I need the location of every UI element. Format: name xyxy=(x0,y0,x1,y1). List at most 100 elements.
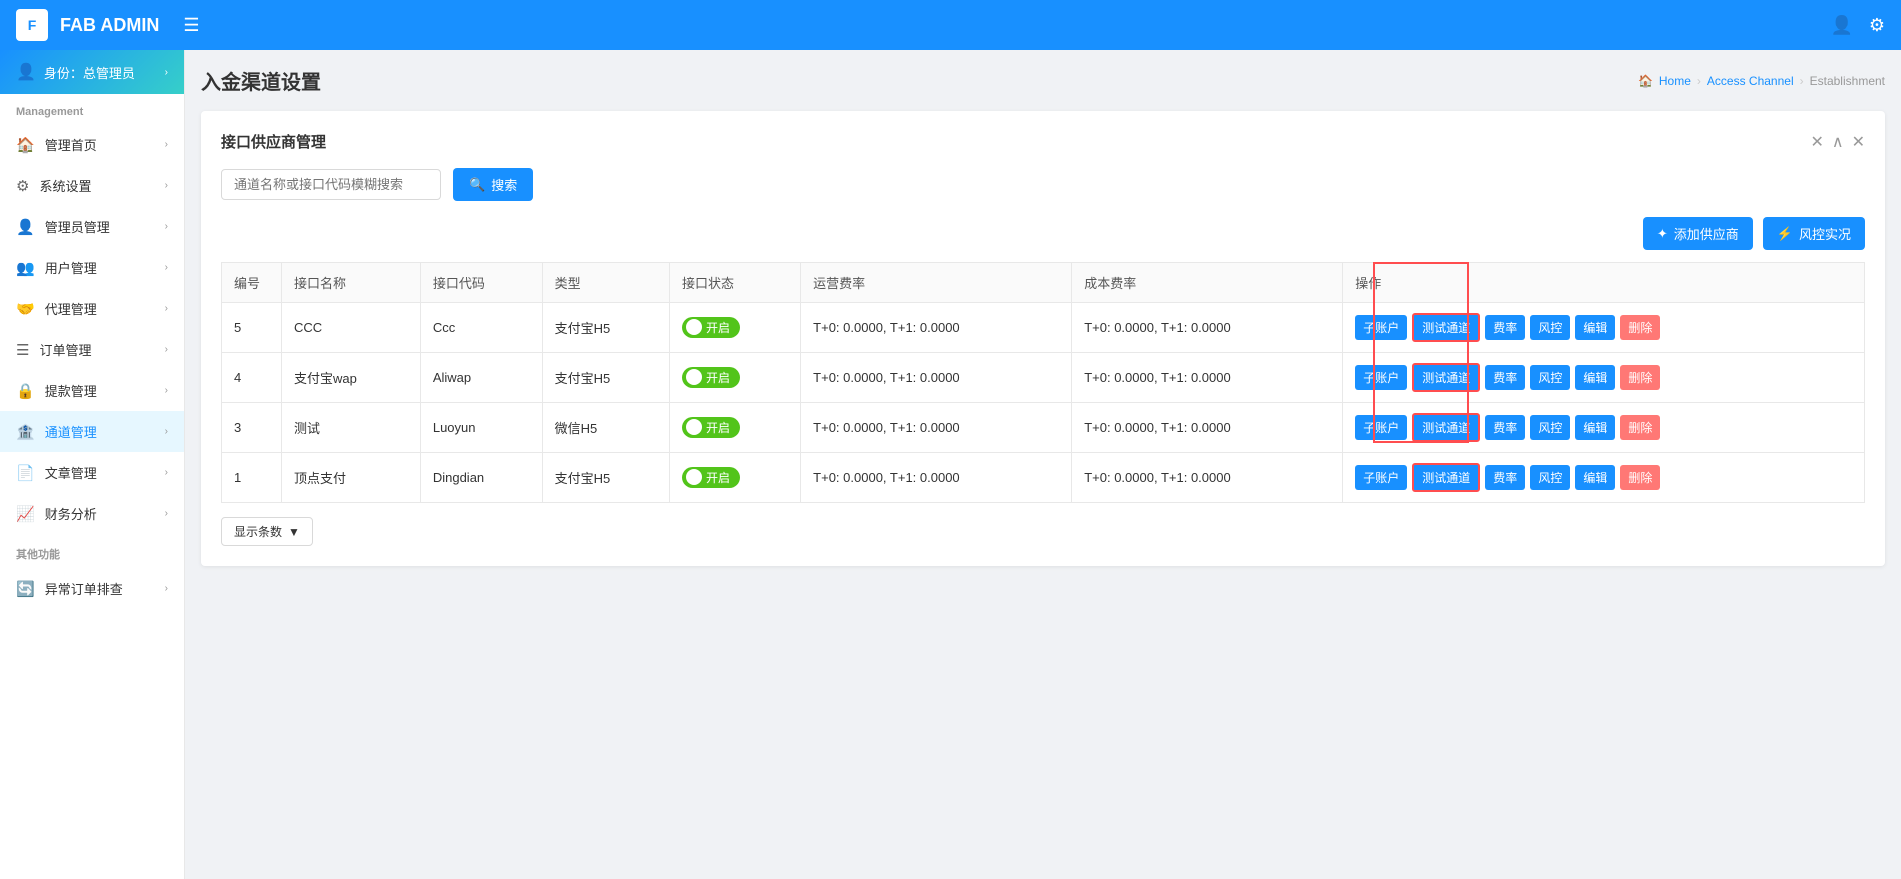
breadcrumb-home-link[interactable]: Home xyxy=(1659,74,1691,88)
users-icon: 👥 xyxy=(16,259,35,277)
sub-account-button[interactable]: 子账户 xyxy=(1355,465,1407,490)
test-channel-button[interactable]: 测试通道 xyxy=(1412,363,1480,392)
fee-button[interactable]: 费率 xyxy=(1485,465,1525,490)
breadcrumb-access-channel-link[interactable]: Access Channel xyxy=(1707,74,1794,88)
card-close-button[interactable]: ✕ xyxy=(1852,132,1865,152)
sidebar-label-articles: 文章管理 xyxy=(45,463,155,482)
edit-button[interactable]: 编辑 xyxy=(1575,315,1615,340)
card-minimize-button[interactable]: ✕ xyxy=(1810,132,1823,152)
card-title: 接口供应商管理 xyxy=(221,131,326,152)
toggle-circle xyxy=(686,369,702,385)
abnormal-icon: 🔄 xyxy=(16,580,35,598)
menu-toggle-icon[interactable]: ☰ xyxy=(183,15,199,36)
logo-icon: F xyxy=(16,9,48,41)
sidebar-item-channels[interactable]: 🏦 通道管理 › xyxy=(0,411,184,452)
th-actions: 操作 xyxy=(1343,263,1865,303)
sidebar-identity[interactable]: 👤 身份：总管理员 › xyxy=(0,50,184,94)
status-toggle[interactable]: 开启 xyxy=(682,367,740,388)
cell-actions[interactable]: 子账户 测试通道 费率 风控 编辑 删除 xyxy=(1343,303,1865,353)
sidebar-item-system[interactable]: ⚙ 系统设置 › xyxy=(0,165,184,206)
action-buttons: 子账户 测试通道 费率 风控 编辑 删除 xyxy=(1355,313,1852,342)
search-button[interactable]: 🔍 搜索 xyxy=(453,168,533,201)
fee-button[interactable]: 费率 xyxy=(1485,315,1525,340)
edit-button[interactable]: 编辑 xyxy=(1575,415,1615,440)
sidebar-item-agents[interactable]: 🤝 代理管理 › xyxy=(0,288,184,329)
sidebar-item-abnormal[interactable]: 🔄 异常订单排查 › xyxy=(0,568,184,609)
sidebar-label-abnormal: 异常订单排查 xyxy=(45,579,155,598)
action-buttons: 子账户 测试通道 费率 风控 编辑 删除 xyxy=(1355,463,1852,492)
test-channel-button[interactable]: 测试通道 xyxy=(1412,463,1480,492)
status-toggle[interactable]: 开启 xyxy=(682,317,740,338)
sidebar-item-orders[interactable]: ☰ 订单管理 › xyxy=(0,329,184,370)
section-other-label: 其他功能 xyxy=(0,534,184,568)
th-type: 类型 xyxy=(542,263,669,303)
arrow-articles: › xyxy=(165,467,168,478)
sub-account-button[interactable]: 子账户 xyxy=(1355,415,1407,440)
action-buttons: 子账户 测试通道 费率 风控 编辑 删除 xyxy=(1355,413,1852,442)
search-input[interactable] xyxy=(221,169,441,200)
search-bar: 🔍 搜索 xyxy=(221,168,1865,201)
cell-cost-rate: T+0: 0.0000, T+1: 0.0000 xyxy=(1072,303,1343,353)
show-count-button[interactable]: 显示条数 ▼ xyxy=(221,517,313,546)
delete-button[interactable]: 删除 xyxy=(1620,415,1660,440)
sidebar-item-finance[interactable]: 📈 财务分析 › xyxy=(0,493,184,534)
card-chevron-up-button[interactable]: ∧ xyxy=(1832,132,1844,152)
cell-status[interactable]: 开启 xyxy=(669,453,800,503)
logo-f: F xyxy=(28,17,37,33)
risk-live-button[interactable]: ⚡ 风控实况 xyxy=(1763,217,1865,250)
delete-button[interactable]: 删除 xyxy=(1620,465,1660,490)
cell-code: Luoyun xyxy=(420,403,542,453)
add-supplier-button[interactable]: ✦ 添加供应商 xyxy=(1643,217,1753,250)
cell-code: Aliwap xyxy=(420,353,542,403)
risk-button[interactable]: 风控 xyxy=(1530,465,1570,490)
test-channel-button[interactable]: 测试通道 xyxy=(1412,413,1480,442)
section-management-label: Management xyxy=(0,94,184,124)
sidebar-item-dashboard[interactable]: 🏠 管理首页 › xyxy=(0,124,184,165)
sidebar-item-users[interactable]: 👥 用户管理 › xyxy=(0,247,184,288)
cell-status[interactable]: 开启 xyxy=(669,303,800,353)
sidebar-label-orders: 订单管理 xyxy=(39,340,154,359)
sidebar-item-admin[interactable]: 👤 管理员管理 › xyxy=(0,206,184,247)
sidebar-label-users: 用户管理 xyxy=(45,258,155,277)
cell-actions[interactable]: 子账户 测试通道 费率 风控 编辑 删除 xyxy=(1343,453,1865,503)
cell-op-rate: T+0: 0.0000, T+1: 0.0000 xyxy=(801,353,1072,403)
cell-op-rate: T+0: 0.0000, T+1: 0.0000 xyxy=(801,303,1072,353)
cell-type: 支付宝H5 xyxy=(542,303,669,353)
test-channel-button[interactable]: 测试通道 xyxy=(1412,313,1480,342)
card-header: 接口供应商管理 ✕ ∧ ✕ xyxy=(221,131,1865,152)
main-content: 入金渠道设置 🏠 Home › Access Channel › Establi… xyxy=(185,50,1901,879)
fee-button[interactable]: 费率 xyxy=(1485,415,1525,440)
sub-account-button[interactable]: 子账户 xyxy=(1355,315,1407,340)
status-toggle[interactable]: 开启 xyxy=(682,467,740,488)
search-btn-label: 搜索 xyxy=(491,175,517,194)
sidebar-item-articles[interactable]: 📄 文章管理 › xyxy=(0,452,184,493)
breadcrumb-sep1: › xyxy=(1697,74,1701,88)
cell-name: 顶点支付 xyxy=(282,453,421,503)
settings-icon[interactable]: ⚙ xyxy=(1869,15,1885,36)
risk-button[interactable]: 风控 xyxy=(1530,415,1570,440)
arrow-abnormal: › xyxy=(165,583,168,594)
user-profile-icon[interactable]: 👤 xyxy=(1830,15,1852,36)
delete-button[interactable]: 删除 xyxy=(1620,315,1660,340)
cell-actions[interactable]: 子账户 测试通道 费率 风控 编辑 删除 xyxy=(1343,353,1865,403)
table-wrapper: 编号 接口名称 接口代码 类型 接口状态 运营费率 成本费率 操作 5CCCCc… xyxy=(221,262,1865,503)
th-name: 接口名称 xyxy=(282,263,421,303)
fee-button[interactable]: 费率 xyxy=(1485,365,1525,390)
sidebar-item-withdraw[interactable]: 🔒 提款管理 › xyxy=(0,370,184,411)
edit-button[interactable]: 编辑 xyxy=(1575,465,1615,490)
agents-icon: 🤝 xyxy=(16,300,35,318)
risk-button[interactable]: 风控 xyxy=(1530,365,1570,390)
cell-actions[interactable]: 子账户 测试通道 费率 风控 编辑 删除 xyxy=(1343,403,1865,453)
th-code: 接口代码 xyxy=(420,263,542,303)
risk-button[interactable]: 风控 xyxy=(1530,315,1570,340)
cell-status[interactable]: 开启 xyxy=(669,353,800,403)
cell-status[interactable]: 开启 xyxy=(669,403,800,453)
sidebar-label-channels: 通道管理 xyxy=(45,422,155,441)
cell-cost-rate: T+0: 0.0000, T+1: 0.0000 xyxy=(1072,453,1343,503)
delete-button[interactable]: 删除 xyxy=(1620,365,1660,390)
edit-button[interactable]: 编辑 xyxy=(1575,365,1615,390)
supplier-table: 编号 接口名称 接口代码 类型 接口状态 运营费率 成本费率 操作 5CCCCc… xyxy=(221,262,1865,503)
identity-arrow: › xyxy=(165,67,168,78)
status-toggle[interactable]: 开启 xyxy=(682,417,740,438)
sub-account-button[interactable]: 子账户 xyxy=(1355,365,1407,390)
